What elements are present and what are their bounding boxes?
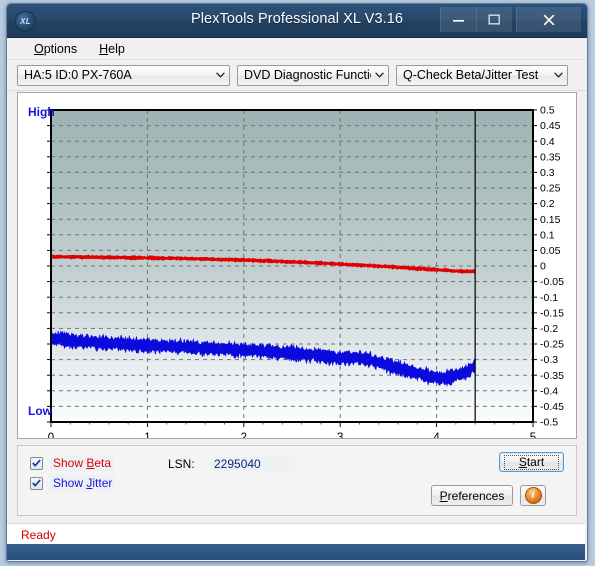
y-tick-label: -0.3: [540, 354, 558, 366]
preferences-button-label: Preferences: [439, 488, 505, 503]
toolbar: HA:5 ID:0 PX-760A DVD Diagnostic Functio…: [7, 60, 587, 91]
y-tick-label: -0.35: [540, 370, 564, 382]
minimize-button[interactable]: [440, 7, 476, 32]
y-tick-label: 0.35: [540, 151, 561, 163]
info-icon: i: [524, 487, 542, 504]
preferences-button[interactable]: Preferences: [431, 485, 513, 506]
y-tick-label: 0.05: [540, 245, 561, 257]
info-button[interactable]: i: [520, 485, 546, 506]
y-tick-label: -0.05: [540, 276, 564, 288]
chart-panel: 0.5 0.45 0.4 0.35 0.3 0.25 0.2 0.15 0.1 0.05 0 -0.0…: [17, 92, 577, 439]
menu-help-rest: elp: [108, 41, 125, 56]
chevron-down-icon: [212, 72, 229, 78]
function-select-value: DVD Diagnostic Functions: [244, 68, 371, 82]
menu-options-rest: ptions: [43, 41, 78, 56]
window-bottom-strip: [7, 544, 585, 560]
y-tick-label: 0.1: [540, 229, 555, 241]
drive-select-value: HA:5 ID:0 PX-760A: [24, 68, 132, 82]
status-text: Ready: [21, 528, 56, 542]
menu-item-help[interactable]: Help: [90, 40, 134, 58]
x-tick-label: 1: [144, 432, 150, 438]
y-tick-label: 0: [540, 261, 546, 273]
application-window: XL PlexTools Professional XL V3.16 Optio…: [6, 3, 588, 562]
start-button-label: Start: [503, 454, 560, 470]
checkbox-checked-icon: [30, 476, 43, 490]
y-tick-label: -0.4: [540, 385, 558, 397]
x-tick-label: 4: [433, 432, 440, 438]
menu-item-options[interactable]: Options: [25, 40, 86, 58]
function-select[interactable]: DVD Diagnostic Functions: [237, 64, 389, 86]
status-bar: Ready: [7, 523, 585, 545]
show-jitter-checkbox[interactable]: Show Jitter: [30, 475, 116, 491]
close-icon: [543, 14, 555, 25]
axis-label-low: Low: [28, 404, 52, 418]
checkbox-checked-icon: [30, 456, 43, 470]
y-tick-label: 0.45: [540, 120, 561, 132]
menu-options-accel: O: [34, 41, 44, 56]
y-tick-label: -0.45: [540, 401, 564, 413]
x-tick-label: 0: [48, 432, 54, 438]
chevron-down-icon: [371, 72, 388, 78]
maximize-button[interactable]: [476, 7, 512, 32]
controls-panel: Show Beta Show Jitter LSN: 2295040 Start…: [17, 445, 577, 516]
x-tick-label: 2: [241, 432, 247, 438]
menu-bar: Options Help: [7, 38, 587, 60]
maximize-icon: [488, 14, 500, 25]
y-tick-label: 0.4: [540, 136, 555, 148]
axis-label-high: High: [28, 105, 55, 119]
chart-canvas: 0.5 0.45 0.4 0.35 0.3 0.25 0.2 0.15 0.1 0.05 0 -0.0…: [47, 105, 564, 438]
beta-jitter-chart[interactable]: 0.5 0.45 0.4 0.35 0.3 0.25 0.2 0.15 0.1 0.05 0 -0.0…: [18, 93, 576, 438]
y-tick-label: 0.5: [540, 105, 555, 117]
plextools-xl-icon: XL: [15, 11, 36, 32]
drive-select[interactable]: HA:5 ID:0 PX-760A: [17, 64, 230, 86]
show-beta-label: Show Beta: [50, 455, 115, 471]
test-select-value: Q-Check Beta/Jitter Test: [403, 68, 539, 82]
x-tick-label: 3: [337, 432, 343, 438]
y-tick-label: 0.3: [540, 167, 555, 179]
minimize-icon: [453, 20, 464, 22]
y-tick-label: -0.25: [540, 339, 564, 351]
title-bar: XL PlexTools Professional XL V3.16: [7, 4, 587, 38]
y-tick-label: -0.2: [540, 323, 558, 335]
y-tick-label: -0.15: [540, 307, 564, 319]
y-tick-label: 0.25: [540, 183, 561, 195]
y-tick-label: -0.5: [540, 417, 558, 429]
start-button[interactable]: Start: [499, 452, 564, 472]
lsn-value: 2295040: [210, 457, 295, 471]
y-tick-label: -0.1: [540, 292, 558, 304]
menu-help-accel: H: [99, 41, 109, 56]
y-tick-label: 0.2: [540, 198, 555, 210]
show-jitter-label: Show Jitter: [50, 475, 116, 491]
chevron-down-icon: [550, 72, 567, 78]
close-button[interactable]: [516, 7, 581, 32]
show-beta-checkbox[interactable]: Show Beta: [30, 455, 115, 471]
test-select[interactable]: Q-Check Beta/Jitter Test: [396, 64, 568, 86]
x-tick-label: 5: [530, 432, 536, 438]
lsn-label: LSN:: [168, 457, 195, 471]
y-tick-label: 0.15: [540, 214, 561, 226]
